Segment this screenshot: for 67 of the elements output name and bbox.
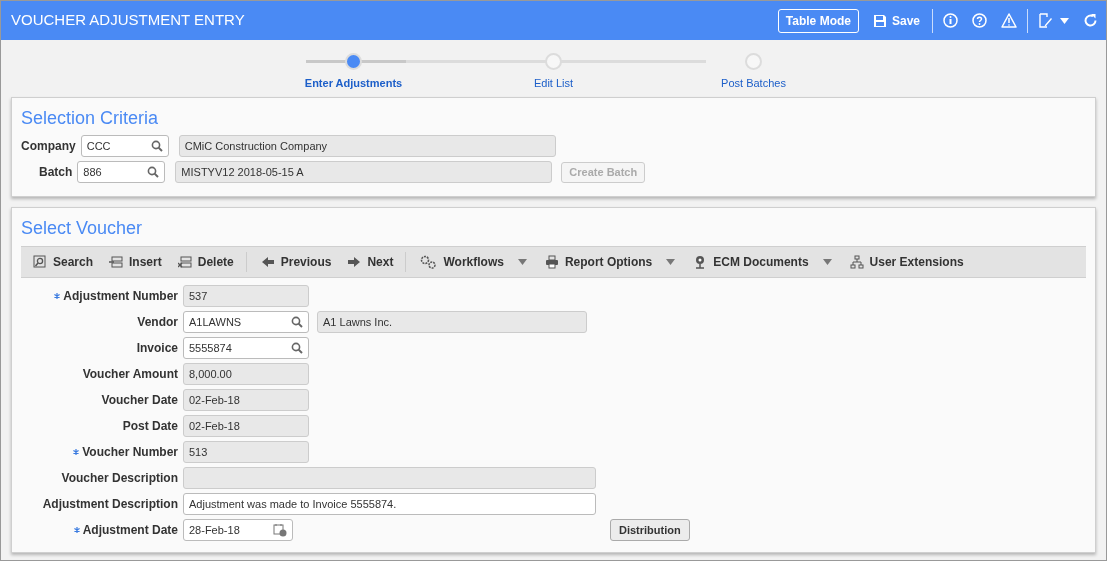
left-arrow-icon <box>260 255 275 269</box>
text-field[interactable]: Adjustment was made to Invoice 5555874. <box>183 493 596 515</box>
field-label: Invoice <box>136 340 178 357</box>
search-icon[interactable] <box>147 166 160 178</box>
field-label: Voucher Number <box>82 444 178 461</box>
printer-icon <box>544 255 559 269</box>
caret-icon[interactable] <box>1060 17 1069 24</box>
step-marker[interactable] <box>345 53 362 70</box>
field-label: Adjustment Date <box>82 522 178 539</box>
help-icon[interactable] <box>972 13 987 28</box>
distribution-button[interactable]: Distribution <box>610 519 690 541</box>
description-field: MISTYV12 2018-05-15 A <box>175 161 553 183</box>
read-only-field: 02-Feb-18 <box>183 389 309 411</box>
edit-icon[interactable] <box>1038 13 1053 28</box>
warning-icon[interactable] <box>1001 13 1017 28</box>
description-field: CMiC Construction Company <box>178 135 556 157</box>
insert-row-icon <box>109 255 124 269</box>
page-title: VOUCHER ADJUSTMENT ENTRY <box>11 10 246 31</box>
toolbar-button[interactable]: Report Options <box>544 253 653 271</box>
read-only-field: 02-Feb-18 <box>183 415 309 437</box>
hierarchy-icon <box>849 255 864 269</box>
calendar-icon[interactable] <box>273 523 287 537</box>
toolbar-button[interactable]: Workflows <box>420 253 504 271</box>
field-label: Post Date <box>122 418 178 435</box>
caret-icon[interactable] <box>517 259 527 265</box>
lookup-field[interactable]: 886 <box>77 161 166 183</box>
field-label: Adjustment Description <box>42 496 178 513</box>
search-icon[interactable] <box>150 140 163 152</box>
toolbar-button[interactable]: Search <box>33 253 94 271</box>
lookup-field[interactable]: 5555874 <box>183 337 309 359</box>
description-field: A1 Lawns Inc. <box>317 311 587 333</box>
toolbar-button[interactable]: Next <box>347 253 394 271</box>
info-icon[interactable] <box>943 13 958 28</box>
toolbar-button[interactable]: Previous <box>260 253 332 271</box>
field-label: Batch <box>39 164 73 181</box>
field-label: Vendor <box>137 314 178 331</box>
delete-row-icon <box>177 255 192 269</box>
step-label[interactable]: Enter Adjustments <box>304 75 403 92</box>
panel-title: Select Voucher <box>21 217 144 239</box>
refresh-icon[interactable] <box>1083 13 1098 28</box>
lookup-field[interactable]: CCC <box>80 135 169 157</box>
search-icon[interactable] <box>291 342 303 354</box>
read-only-field: 537 <box>183 285 309 307</box>
step-marker[interactable] <box>745 53 762 70</box>
toolbar-button[interactable]: User Extensions <box>849 253 964 271</box>
toolbar-button[interactable]: Insert <box>109 253 162 271</box>
search-icon <box>33 255 47 269</box>
read-only-field: 8,000.00 <box>183 363 309 385</box>
field-label: Voucher Date <box>101 392 178 409</box>
toolbar-button[interactable]: Delete <box>177 253 234 271</box>
search-icon[interactable] <box>291 316 303 328</box>
step-marker[interactable] <box>545 53 562 70</box>
field-label: Company <box>21 138 76 155</box>
right-arrow-icon <box>347 255 362 269</box>
gears-icon <box>420 255 438 269</box>
step-label[interactable]: Edit List <box>533 75 574 92</box>
caret-icon[interactable] <box>822 259 832 265</box>
field-label: Voucher Description <box>61 470 178 487</box>
step-label[interactable]: Post Batches <box>721 75 786 92</box>
lookup-field[interactable]: A1LAWNS <box>183 311 309 333</box>
date-field[interactable]: 28-Feb-18 <box>183 519 293 541</box>
field-label: Adjustment Number <box>63 288 178 305</box>
read-only-field: 513 <box>183 441 309 463</box>
field-label: Voucher Amount <box>82 366 178 383</box>
toolbar-button[interactable]: ECM Documents <box>693 253 809 271</box>
caret-icon[interactable] <box>666 259 676 265</box>
panel-title: Selection Criteria <box>21 107 160 129</box>
